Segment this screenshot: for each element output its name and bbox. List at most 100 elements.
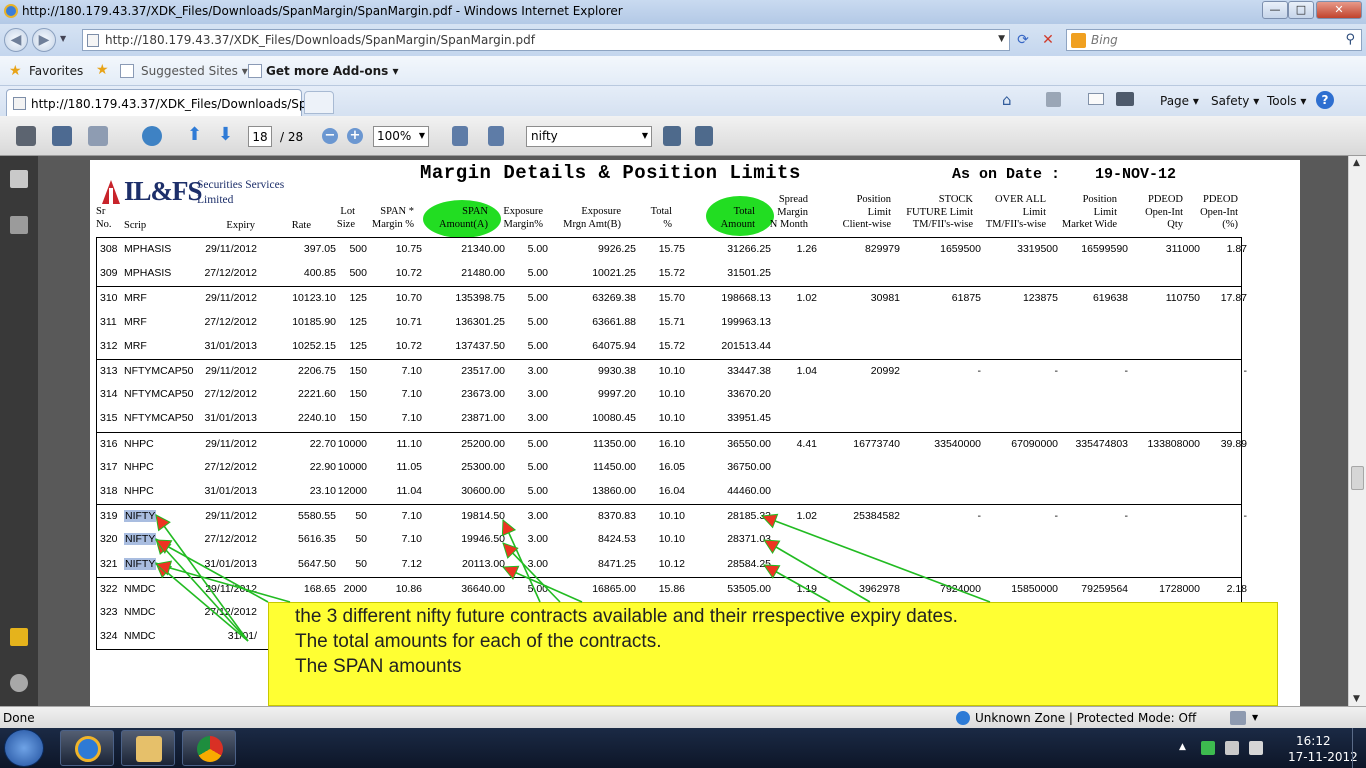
zoom-dropdown-icon[interactable]: ▼ bbox=[419, 131, 425, 140]
globe-icon bbox=[956, 711, 970, 725]
page-number-input[interactable] bbox=[248, 126, 272, 147]
window-title-bar[interactable]: http://180.179.43.37/XDK_Files/Downloads… bbox=[0, 0, 1366, 24]
cell-total-pct: 16.04 bbox=[658, 485, 685, 497]
get-more-addons-link[interactable]: Get more Add-ons ▾ bbox=[266, 64, 398, 78]
tab-pdf[interactable]: http://180.179.43.37/XDK_Files/Downloads… bbox=[6, 89, 333, 116]
show-hidden-icons-icon[interactable]: ▲ bbox=[1179, 742, 1186, 752]
fit-width-icon[interactable] bbox=[488, 126, 504, 146]
tray-app-icon[interactable] bbox=[1201, 741, 1215, 755]
zoom-in-icon[interactable]: + bbox=[347, 128, 363, 144]
start-button[interactable] bbox=[4, 729, 44, 767]
address-bar[interactable]: ▼ bbox=[82, 29, 1010, 51]
safety-menu[interactable]: Safety ▾ bbox=[1211, 94, 1259, 108]
suggested-sites-link[interactable]: Suggested Sites ▾ bbox=[141, 64, 248, 78]
pdf-viewer[interactable]: Margin Details & Position Limits As on D… bbox=[38, 156, 1348, 706]
cell-scrip: MRF bbox=[124, 292, 147, 305]
zoom-select[interactable]: ▼ bbox=[373, 126, 429, 147]
show-desktop-button[interactable] bbox=[1352, 728, 1366, 768]
table-row: 315 NFTYMCAP50 31/01/2013 2240.10 150 7.10 238… bbox=[97, 407, 1241, 431]
previous-page-icon[interactable]: ⬆ bbox=[187, 124, 207, 145]
cell-total-amt: 31501.25 bbox=[727, 267, 771, 280]
find-next-icon[interactable] bbox=[695, 126, 713, 146]
table-row: 319 NIFTY 29/11/2012 5580.55 50 7.10 19814.50 3… bbox=[97, 504, 1247, 528]
table-row: 318 NHPC 31/01/2013 23.10 12000 11.04 30600.00… bbox=[97, 480, 1241, 504]
cell-exp-pct: 5.00 bbox=[527, 437, 548, 450]
search-input[interactable] bbox=[1091, 33, 1321, 47]
clock-date[interactable]: 17-11-2012 bbox=[1288, 750, 1358, 764]
vertical-scrollbar[interactable]: ▲ ▼ bbox=[1348, 156, 1366, 706]
security-zone[interactable]: Unknown Zone | Protected Mode: Off bbox=[975, 711, 1196, 725]
recent-pages-dropdown-icon[interactable]: ▼ bbox=[60, 34, 66, 43]
cell-oi-pct: 17.87 bbox=[1220, 292, 1247, 305]
stop-button[interactable]: ✕ bbox=[1038, 32, 1058, 50]
ie-logo-icon bbox=[4, 4, 18, 18]
search-icon[interactable]: ⚲ bbox=[1345, 32, 1355, 47]
pdf-print-icon[interactable] bbox=[16, 126, 36, 146]
favorites-button[interactable]: Favorites bbox=[29, 64, 83, 78]
find-box[interactable]: ▼ bbox=[526, 126, 652, 147]
scrollbar-thumb[interactable] bbox=[1351, 466, 1364, 490]
taskbar-explorer[interactable] bbox=[121, 730, 175, 766]
next-page-icon[interactable]: ⬇ bbox=[218, 124, 238, 145]
favorites-star-icon[interactable]: ★ bbox=[9, 63, 22, 79]
comments-icon[interactable] bbox=[10, 628, 28, 646]
taskbar-ie[interactable] bbox=[60, 730, 114, 766]
table-row: 314 NFTYMCAP50 27/12/2012 2221.60 150 7.10 236… bbox=[97, 383, 1241, 407]
new-tab-button[interactable] bbox=[304, 91, 334, 114]
column-header-pdeod-open-int-pct: PDEOD Open-Int (%) bbox=[1118, 194, 1238, 232]
feeds-icon[interactable] bbox=[1046, 92, 1061, 107]
table-row: 312 MRF 31/01/2013 10252.15 125 10.72 137437.5… bbox=[97, 335, 1241, 359]
add-to-favorites-icon[interactable]: ★ bbox=[96, 62, 109, 78]
home-icon[interactable]: ⌂ bbox=[1002, 91, 1012, 109]
address-dropdown-icon[interactable]: ▼ bbox=[998, 34, 1005, 44]
maximize-button[interactable]: □ bbox=[1288, 1, 1314, 19]
help-icon[interactable]: ? bbox=[1316, 91, 1334, 109]
column-header-line: Sr bbox=[96, 206, 106, 217]
pdf-share-icon[interactable] bbox=[142, 126, 162, 146]
print-icon[interactable] bbox=[1116, 92, 1134, 106]
pdf-tools-icon[interactable] bbox=[88, 126, 108, 146]
search-bar[interactable]: ⚲ bbox=[1066, 29, 1362, 51]
cell-scrip: MRF bbox=[124, 315, 147, 328]
close-button[interactable]: ✕ bbox=[1316, 1, 1362, 19]
page-total: / 28 bbox=[280, 130, 304, 144]
cell-sr: 319 bbox=[100, 510, 118, 523]
pdf-save-icon[interactable] bbox=[52, 126, 72, 146]
clock-time[interactable]: 16:12 bbox=[1296, 734, 1331, 748]
pdf-toolbar: ⬆ ⬇ / 28 − + ▼ ▼ bbox=[0, 116, 1366, 156]
bookmarks-icon[interactable] bbox=[10, 216, 28, 234]
find-input[interactable] bbox=[531, 129, 631, 143]
page-thumbnails-icon[interactable] bbox=[10, 170, 28, 188]
cell-scrip: NIFTY bbox=[124, 557, 157, 570]
scroll-down-icon[interactable]: ▼ bbox=[1353, 694, 1360, 704]
cell-sr: 318 bbox=[100, 485, 118, 497]
find-dropdown-icon[interactable]: ▼ bbox=[642, 131, 648, 140]
read-mail-icon[interactable] bbox=[1088, 93, 1104, 105]
minimize-button[interactable]: — bbox=[1262, 1, 1288, 19]
cell-oi-pct: 2.18 bbox=[1226, 582, 1247, 595]
network-signal-icon[interactable] bbox=[1249, 741, 1263, 755]
taskbar-chrome[interactable] bbox=[182, 730, 236, 766]
zoom-out-icon[interactable]: − bbox=[322, 128, 338, 144]
refresh-button[interactable]: ⟳ bbox=[1013, 32, 1033, 50]
attachments-icon[interactable] bbox=[10, 674, 28, 692]
zoom-input[interactable] bbox=[377, 129, 417, 143]
find-previous-icon[interactable] bbox=[663, 126, 681, 146]
power-icon[interactable] bbox=[1225, 741, 1239, 755]
column-header-line: No. bbox=[96, 218, 112, 230]
zoom-level-icon[interactable] bbox=[1230, 711, 1246, 725]
cell-exp-pct: 5.00 bbox=[527, 315, 548, 328]
scroll-up-icon[interactable]: ▲ bbox=[1353, 158, 1360, 168]
page-menu[interactable]: Page ▾ bbox=[1160, 94, 1199, 108]
back-button[interactable]: ◀ bbox=[4, 28, 28, 52]
cell-sr: 310 bbox=[100, 292, 118, 305]
tools-menu[interactable]: Tools ▾ bbox=[1267, 94, 1306, 108]
cell-total-pct: 10.10 bbox=[658, 388, 685, 401]
fit-page-icon[interactable] bbox=[452, 126, 468, 146]
cell-scrip: NHPC bbox=[124, 437, 154, 450]
cell-sr: 323 bbox=[100, 606, 118, 618]
company-subtitle: Securities Services Limited bbox=[197, 178, 284, 208]
forward-button[interactable]: ▶ bbox=[32, 28, 56, 52]
zoom-level-dropdown-icon[interactable]: ▼ bbox=[1252, 713, 1258, 722]
address-input[interactable] bbox=[105, 33, 975, 47]
